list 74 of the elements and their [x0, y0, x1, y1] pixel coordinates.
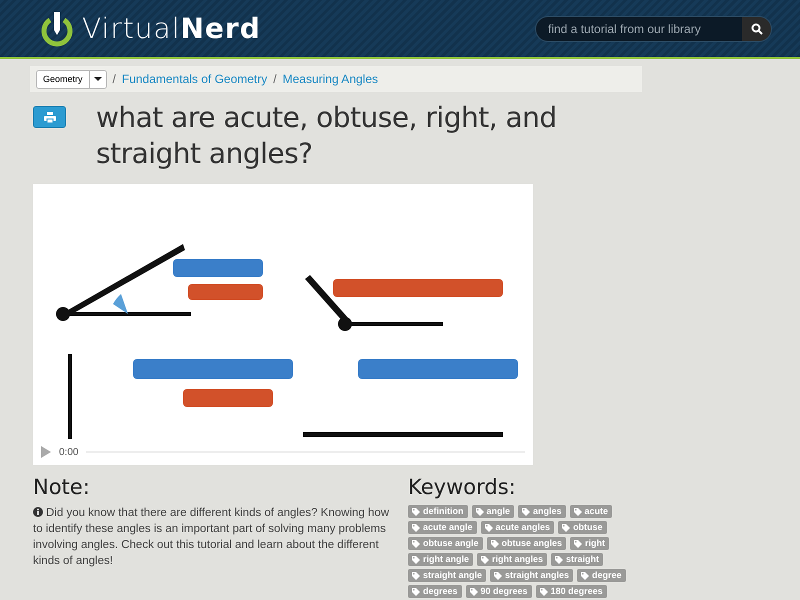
page-title: what are acute, obtuse, right, and straight angles?: [96, 100, 558, 172]
note-text: Did you know that there are different kinds of angles? Knowing how to identify these angles is an important part of solving many problems involving angles. Check out this tutorial and learn about the different kinds of angles!: [33, 506, 390, 569]
print-icon: [44, 112, 56, 122]
tag-label: angle: [486, 506, 510, 517]
caret-icon: [94, 77, 102, 81]
logo-text: VirtualNerd: [82, 12, 261, 45]
keyword-tag[interactable]: right angles: [477, 553, 548, 566]
keyword-tag[interactable]: 180 degrees: [536, 585, 607, 598]
keywords-heading: Keywords:: [408, 475, 517, 499]
tag-icon: [484, 524, 493, 532]
logo-icon: [40, 10, 74, 46]
keyword-tag[interactable]: obtuse angle: [408, 537, 483, 550]
print-button[interactable]: [33, 106, 66, 128]
keyword-tag[interactable]: right angle: [408, 553, 474, 566]
note-heading: Note:: [33, 475, 91, 499]
tag-label: right angle: [423, 554, 470, 565]
keyword-tag[interactable]: degree: [577, 569, 626, 582]
keyword-tag[interactable]: straight angles: [490, 569, 574, 582]
tag-icon: [555, 556, 564, 564]
tag-icon: [574, 540, 582, 548]
keyword-tag[interactable]: degrees: [408, 585, 462, 598]
tag-icon: [574, 508, 582, 516]
tag-icon: [412, 572, 420, 580]
tag-icon: [481, 556, 490, 564]
tag-label: definition: [423, 506, 464, 517]
play-icon[interactable]: [41, 446, 51, 458]
separator: /: [112, 72, 116, 86]
tag-label: 90 degrees: [480, 586, 528, 597]
keyword-tag[interactable]: definition: [408, 505, 468, 518]
keyword-tag[interactable]: obtuse: [558, 521, 607, 534]
tag-icon: [581, 572, 590, 580]
breadcrumb-link[interactable]: Measuring Angles: [282, 72, 378, 86]
tag-label: straight: [566, 554, 600, 565]
tag-label: acute: [584, 506, 608, 517]
tag-icon: [562, 524, 570, 532]
tag-label: straight angle: [423, 570, 482, 581]
tag-icon: [412, 540, 420, 548]
tag-label: right: [585, 538, 606, 549]
tag-icon: [412, 508, 420, 516]
tag-icon: [490, 540, 499, 548]
tag-icon: [470, 588, 478, 596]
tag-icon: [522, 508, 530, 516]
keyword-tag[interactable]: acute angle: [408, 521, 477, 534]
time-label: 0:00: [59, 446, 78, 458]
tag-label: obtuse angles: [502, 538, 562, 549]
keyword-tag[interactable]: 90 degrees: [466, 585, 532, 598]
tag-label: degrees: [423, 586, 458, 597]
keyword-tag[interactable]: straight: [551, 553, 604, 566]
tag-label: angles: [533, 506, 562, 517]
tag-icon: [412, 556, 420, 564]
tag-label: straight angles: [505, 570, 570, 581]
keyword-tag[interactable]: obtuse angles: [486, 537, 566, 550]
keyword-tag[interactable]: straight angle: [408, 569, 486, 582]
separator: /: [273, 72, 277, 86]
tag-label: degree: [592, 570, 622, 581]
tag-icon: [476, 508, 484, 516]
subject-dropdown[interactable]: Geometry: [36, 70, 107, 88]
keyword-tag[interactable]: acute: [570, 505, 612, 518]
tag-label: right angles: [492, 554, 544, 565]
info-icon: [33, 507, 43, 517]
tag-label: 180 degrees: [550, 586, 603, 597]
breadcrumb-link[interactable]: Fundamentals of Geometry: [122, 72, 268, 86]
tag-label: obtuse angle: [423, 538, 479, 549]
tag-label: obtuse: [573, 522, 603, 533]
tag-icon: [412, 588, 420, 596]
keyword-tag[interactable]: acute angles: [480, 521, 554, 534]
keyword-tag[interactable]: right: [570, 537, 610, 550]
keyword-tag[interactable]: angles: [518, 505, 566, 518]
tag-icon: [494, 572, 502, 580]
tag-icon: [540, 588, 548, 596]
tag-icon: [412, 524, 420, 532]
keyword-tag[interactable]: angle: [472, 505, 514, 518]
tag-label: acute angle: [423, 522, 473, 533]
tag-label: acute angles: [496, 522, 550, 533]
